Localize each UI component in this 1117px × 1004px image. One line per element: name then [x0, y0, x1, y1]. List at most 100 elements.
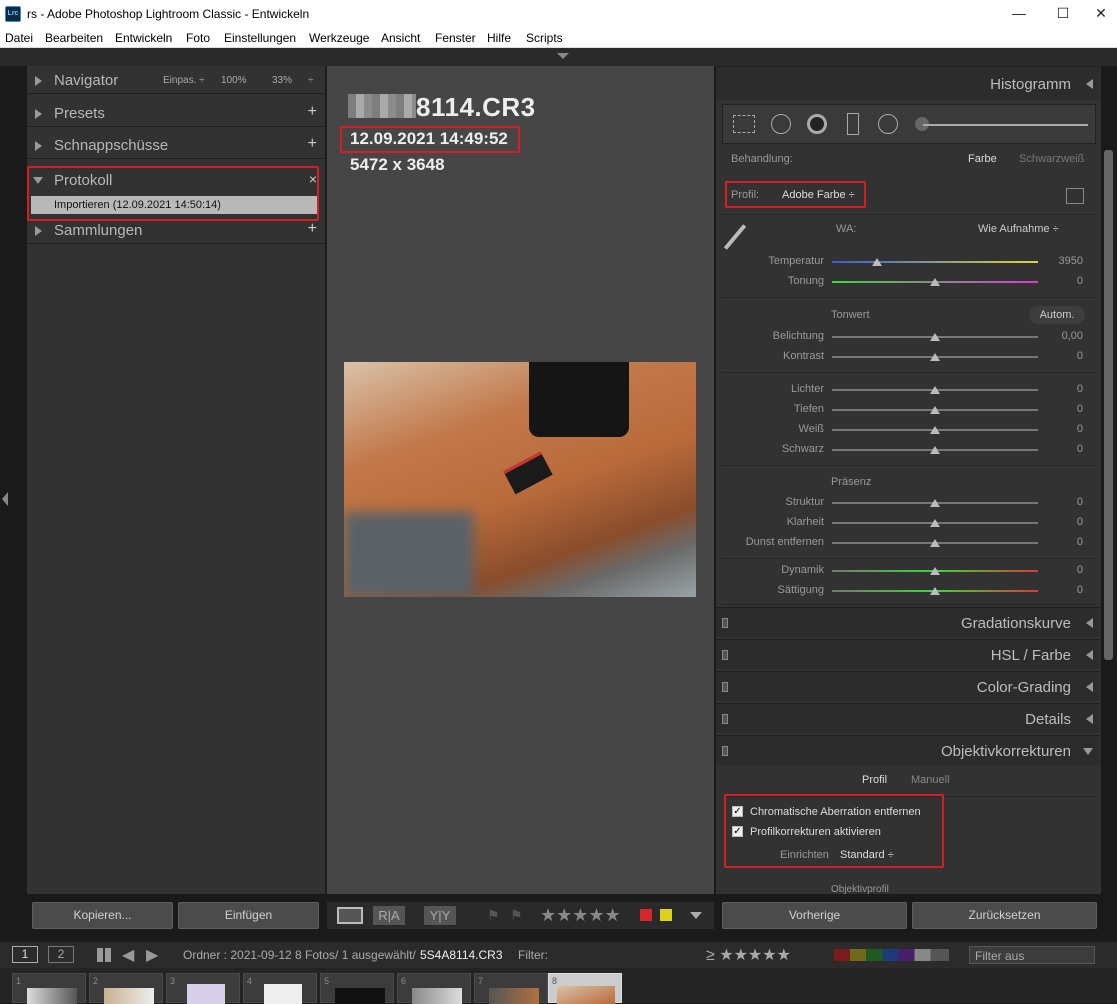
details-header[interactable]: Details [716, 703, 1101, 733]
menu-fenster[interactable]: Fenster [435, 31, 476, 45]
treatment-color-option[interactable]: Farbe [968, 153, 997, 165]
slider-thumb[interactable] [930, 353, 940, 361]
slider-thumb[interactable] [930, 499, 940, 507]
add-snapshot-icon[interactable]: + [308, 135, 317, 153]
add-collection-icon[interactable]: + [308, 220, 317, 238]
rating-filter[interactable]: ≥ ★★★★★ [706, 945, 791, 965]
slider-value[interactable]: 0 [1043, 403, 1083, 415]
right-panel-scrollbar[interactable] [1104, 150, 1113, 660]
grid-view-icon[interactable] [97, 948, 111, 962]
paste-button[interactable]: Einfügen [178, 902, 319, 929]
tone-curve-header[interactable]: Gradationskurve [716, 607, 1101, 637]
color-label-filter[interactable] [834, 949, 949, 961]
menu-hilfe[interactable]: Hilfe [487, 31, 511, 45]
slider-thumb[interactable] [930, 426, 940, 434]
menu-foto[interactable]: Foto [186, 31, 210, 45]
navigator-header[interactable]: Navigator Einpas. ÷ 100% 33% ÷ [27, 66, 325, 94]
lens-tab-manual[interactable]: Manuell [911, 774, 950, 786]
thumbnail-7[interactable]: 7 [474, 973, 548, 1004]
profile-browser-icon[interactable] [1066, 188, 1084, 204]
compare-button[interactable]: Y|Y [424, 906, 456, 925]
zoom-33-option[interactable]: 33% [272, 75, 292, 86]
arrow-right-icon[interactable]: ▶ [146, 945, 158, 965]
slider-value[interactable]: 0 [1043, 423, 1083, 435]
minimize-button[interactable]: — [997, 2, 1041, 24]
slider-value[interactable]: 0 [1043, 584, 1083, 596]
current-file[interactable]: 5S4A8114.CR3 [420, 948, 503, 962]
maximize-button[interactable]: ☐ [1041, 2, 1085, 24]
filter-select[interactable]: Filter aus [969, 946, 1095, 964]
thumbnail-8-selected[interactable]: 8 [548, 973, 622, 1004]
slider-track[interactable] [832, 261, 1038, 263]
hsl-header[interactable]: HSL / Farbe [716, 639, 1101, 669]
thumbnail-1[interactable]: 1 [12, 973, 86, 1004]
slider-value[interactable]: 0 [1043, 564, 1083, 576]
window-2-button[interactable]: 2 [48, 946, 74, 963]
snapshots-header[interactable]: Schnappschüsse + [27, 131, 325, 159]
thumbnail-2[interactable]: 2 [89, 973, 163, 1004]
histogram-header[interactable]: Histogramm [716, 66, 1101, 100]
slider-value[interactable]: 0,00 [1043, 330, 1083, 342]
spot-removal-icon[interactable] [771, 114, 791, 134]
menu-werkzeuge[interactable]: Werkzeuge [309, 31, 369, 45]
slider-thumb[interactable] [930, 406, 940, 414]
crop-tool-icon[interactable] [733, 115, 755, 133]
red-label-icon[interactable] [640, 909, 652, 921]
lens-corrections-header[interactable]: Objektivkorrekturen [716, 735, 1101, 765]
reset-button[interactable]: Zurücksetzen [912, 902, 1097, 929]
menu-scripts[interactable]: Scripts [526, 31, 563, 45]
slider-thumb[interactable] [930, 567, 940, 575]
slider-thumb[interactable] [930, 278, 940, 286]
slider-value[interactable]: 0 [1043, 443, 1083, 455]
menu-ansicht[interactable]: Ansicht [381, 31, 420, 45]
thumbnail-5[interactable]: 5 [320, 973, 394, 1004]
lens-tab-profile[interactable]: Profil [862, 774, 887, 786]
before-after-button[interactable]: R|A [373, 906, 405, 925]
slider-value[interactable]: 0 [1043, 383, 1083, 395]
top-panel-toggle[interactable] [0, 48, 1117, 66]
color-grading-header[interactable]: Color-Grading [716, 671, 1101, 701]
previous-button[interactable]: Vorherige [722, 902, 907, 929]
slider-thumb[interactable] [872, 258, 883, 266]
menu-einstellungen[interactable]: Einstellungen [224, 31, 296, 45]
yellow-label-icon[interactable] [660, 909, 672, 921]
left-panel-toggle-icon[interactable] [2, 492, 8, 506]
treatment-bw-option[interactable]: Schwarzweiß [1019, 153, 1084, 165]
brush-size-track[interactable] [923, 124, 1088, 126]
slider-value[interactable]: 0 [1043, 536, 1083, 548]
photo-preview[interactable] [344, 362, 696, 597]
slider-value[interactable]: 0 [1043, 350, 1083, 362]
flag-icon[interactable]: ⚑ [487, 907, 500, 924]
presets-header[interactable]: Presets + [27, 99, 325, 127]
slider-thumb[interactable] [930, 386, 940, 394]
slider-thumb[interactable] [930, 333, 940, 341]
red-eye-icon[interactable] [807, 114, 827, 134]
slider-thumb[interactable] [930, 539, 940, 547]
auto-tone-button[interactable]: Autom. [1029, 306, 1085, 324]
thumbnail-6[interactable]: 6 [397, 973, 471, 1004]
slider-thumb[interactable] [930, 587, 940, 595]
slider-value[interactable]: 3950 [1043, 255, 1083, 267]
slider-thumb[interactable] [930, 446, 940, 454]
copy-button[interactable]: Kopieren... [32, 902, 173, 929]
thumbnail-4[interactable]: 4 [243, 973, 317, 1004]
window-1-button[interactable]: 1 [12, 946, 38, 963]
menu-datei[interactable]: Datei [5, 31, 33, 45]
radial-filter-icon[interactable] [878, 114, 898, 134]
zoom-100-option[interactable]: 100% [221, 75, 247, 86]
reject-flag-icon[interactable]: ⚑ [510, 907, 523, 924]
menu-bearbeiten[interactable]: Bearbeiten [45, 31, 103, 45]
zoom-dropdown[interactable]: ÷ [308, 75, 314, 86]
menu-entwickeln[interactable]: Entwickeln [115, 31, 172, 45]
graduated-filter-icon[interactable] [847, 113, 859, 135]
arrow-left-icon[interactable]: ◀ [122, 945, 134, 965]
zoom-fit-option[interactable]: Einpas. ÷ [163, 75, 205, 86]
slider-thumb[interactable] [930, 519, 940, 527]
wb-select[interactable]: Wie Aufnahme ÷ [978, 223, 1059, 235]
thumbnail-3[interactable]: 3 [166, 973, 240, 1004]
loupe-icon[interactable] [337, 907, 363, 924]
close-button[interactable]: ✕ [1085, 2, 1117, 24]
slider-value[interactable]: 0 [1043, 275, 1083, 287]
add-preset-icon[interactable]: + [308, 103, 317, 121]
star-rating[interactable]: ★★★★★ [540, 905, 621, 926]
